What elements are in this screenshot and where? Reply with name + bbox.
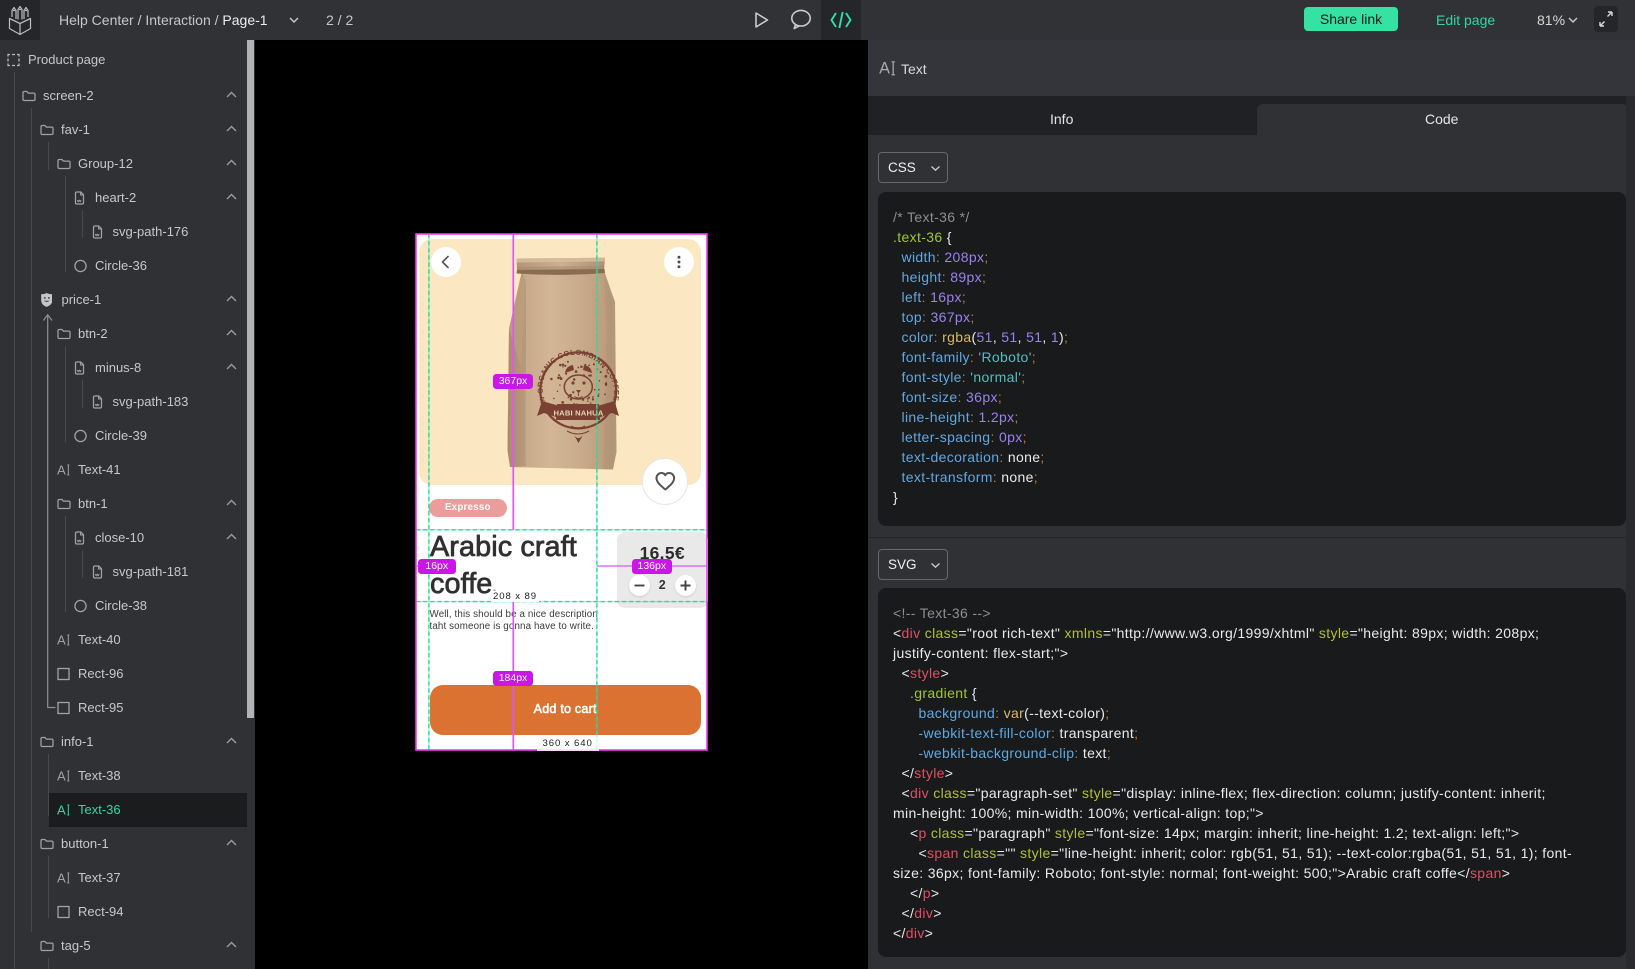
svg-text:A: A (879, 60, 890, 77)
